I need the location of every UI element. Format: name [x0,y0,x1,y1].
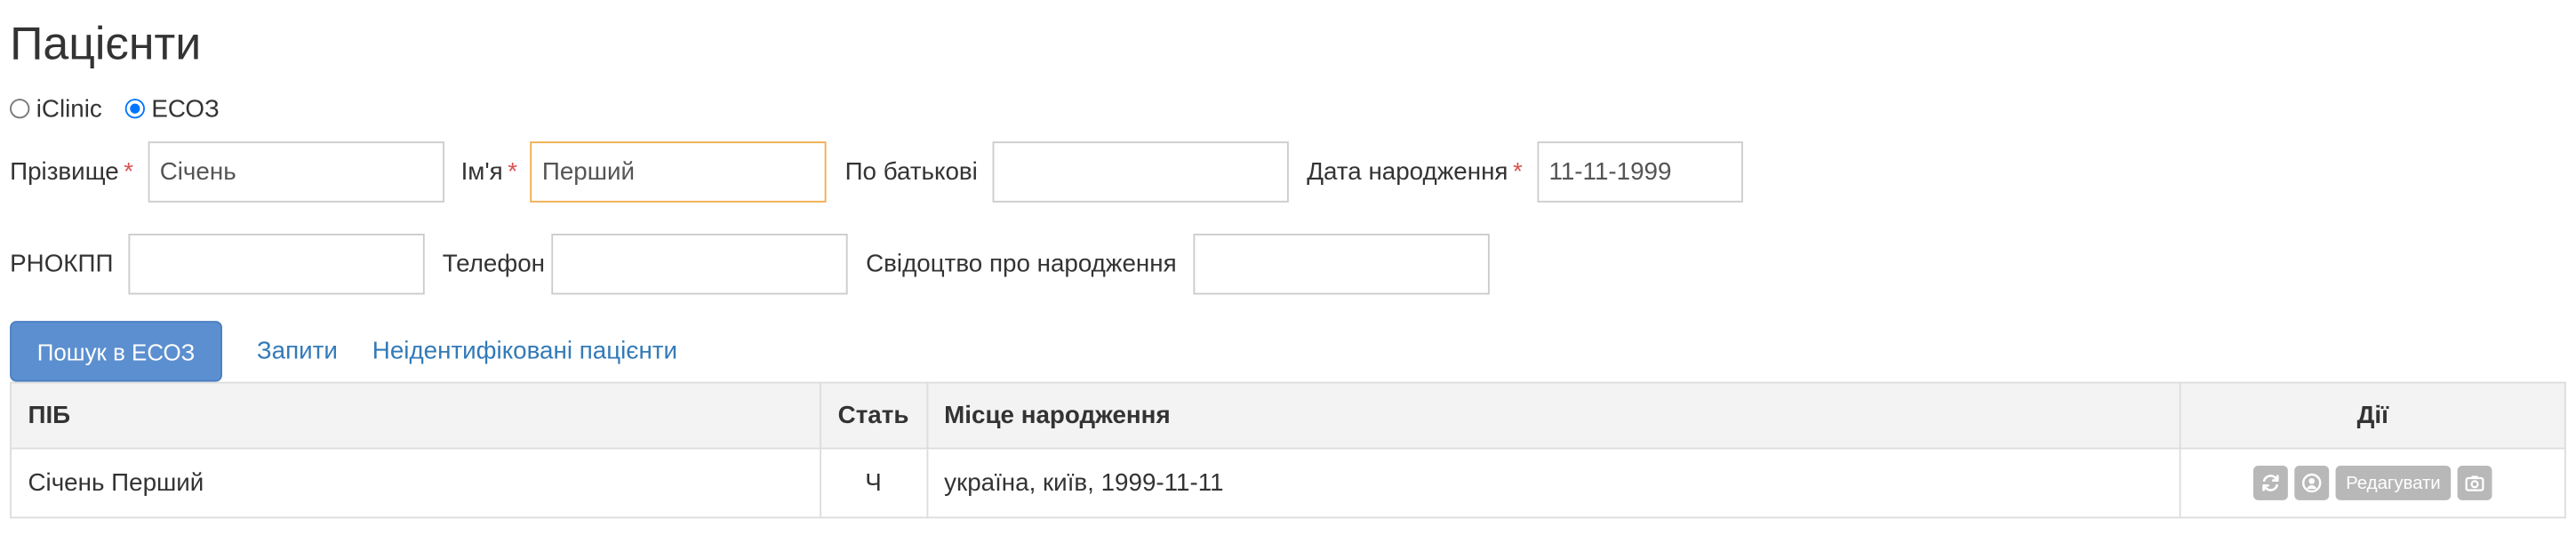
patronymic-input[interactable] [992,140,1289,202]
patronymic-label: По батькові [844,156,978,186]
cell-name: Січень Перший [10,447,821,519]
radio-iclinic-circle[interactable] [10,99,30,119]
tax-id-label: РНОКПП [10,249,114,278]
profile-button[interactable] [2294,466,2330,500]
radio-iclinic-label: iClinic [36,94,102,123]
user-circle-icon [2302,473,2322,493]
refresh-icon [2262,475,2280,491]
cell-birth-place: україна, київ, 1999-11-11 [925,447,2181,519]
required-mark: * [508,156,518,186]
column-header-sex[interactable]: Стать [819,381,928,450]
first-name-label: Ім'я * [461,157,518,185]
required-mark: * [1513,156,1523,186]
search-form-row-2: РНОКПП Телефон Свідоцтво про народження [10,232,1490,294]
source-radio-group: iClinic ЕСОЗ [10,92,243,125]
radio-esoz-circle[interactable] [124,99,145,119]
last-name-input[interactable] [148,140,445,202]
first-name-label-text: Ім'я [460,156,503,186]
radio-esoz-label: ЕСОЗ [151,94,220,123]
radio-esoz[interactable]: ЕСОЗ [124,94,220,123]
table-row[interactable]: Січень Перший Ч україна, київ, 1999-11-1… [10,447,2566,519]
last-name-label: Прізвище * [10,157,133,185]
radio-iclinic[interactable]: iClinic [10,94,102,123]
page-title: Пацієнти [10,18,202,69]
edit-button[interactable]: Редагувати [2335,466,2451,500]
birth-certificate-input[interactable] [1193,233,1490,294]
first-name-input[interactable] [530,140,828,202]
last-name-label-text: Прізвище [10,156,119,186]
birth-certificate-label: Свідоцтво про народження [866,249,1177,278]
photo-button[interactable] [2457,466,2492,500]
search-form-row-1: Прізвище* Ім'я* По батькові Дата народже… [10,140,1743,202]
patients-table: ПІБ Стать Місце народження Дії Січень Пе… [10,381,2566,519]
refresh-button[interactable] [2253,466,2289,500]
birth-date-label: Дата народження * [1307,157,1523,185]
table-header-row: ПІБ Стать Місце народження Дії [10,381,2566,450]
tax-id-input[interactable] [128,233,425,294]
column-header-actions: Дії [2179,381,2566,450]
column-header-name[interactable]: ПІБ [10,381,821,450]
required-mark: * [124,156,134,186]
cell-sex: Ч [819,447,928,519]
patients-page: Пацієнти iClinic ЕСОЗ Прізвище* Ім'я* По… [0,0,2576,535]
cell-actions: Редагувати [2179,447,2566,519]
phone-label: Телефон [442,249,545,278]
row-actions: Редагувати [2253,466,2492,500]
birth-date-input[interactable] [1537,140,1743,202]
column-header-birth-place[interactable]: Місце народження [925,381,2181,450]
search-esoz-button[interactable]: Пошук в ЕСОЗ [10,321,222,382]
birth-date-label-text: Дата народження [1307,156,1508,186]
camera-icon [2465,475,2484,491]
actions-bar: Пошук в ЕСОЗ Запити Неідентифіковані пац… [10,321,677,382]
phone-input[interactable] [551,233,848,294]
unidentified-patients-link[interactable]: Неідентифіковані пацієнти [372,338,677,365]
requests-link[interactable]: Запити [257,338,338,365]
